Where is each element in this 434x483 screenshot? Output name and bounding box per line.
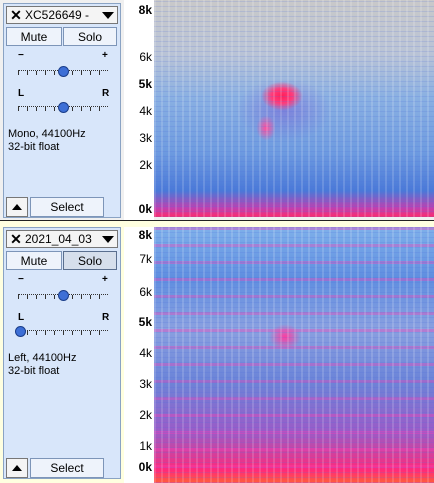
pan-slider[interactable] [18,102,108,113]
pan-right-label: R [102,312,110,323]
track-2[interactable]: ✕ 2021_04_03 Mute Solo − + L R Left, 441… [0,224,434,483]
gain-minus-label: − [18,274,24,285]
track-rate-info: Left, 44100Hz [8,352,77,364]
pan-slider-knob[interactable] [58,102,69,113]
select-button[interactable]: Select [30,197,104,217]
mute-button[interactable]: Mute [6,27,62,46]
track-control-panel[interactable]: ✕ XC526649 - Mute Solo − + L R Mono, 441… [3,3,121,218]
ruler-label: 6k [139,50,152,64]
gain-minus-label: − [18,50,24,61]
track-sample-format: 32-bit float [8,365,60,377]
ruler-label: 1k [139,439,152,453]
ruler-label: 6k [139,285,152,299]
ruler-label: 5k [138,315,152,329]
solo-button[interactable]: Solo [63,27,117,46]
track-rate-info: Mono, 44100Hz [8,128,86,140]
track-format-info: Left, 44100Hz 32-bit float [8,352,77,378]
track-name-menu[interactable]: ✕ 2021_04_03 [6,230,118,248]
frequency-ruler[interactable]: 8k 6k 5k 4k 3k 2k 0k [124,0,154,220]
pan-left-label: L [18,88,25,99]
track-name: 2021_04_03 [25,232,92,246]
gain-slider[interactable] [18,290,108,301]
ruler-label: 3k [139,131,152,145]
ruler-label: 8k [138,3,152,17]
track-bottom-bar: Select [6,197,118,217]
track-1[interactable]: ✕ XC526649 - Mute Solo − + L R Mono, 441… [0,0,434,220]
track-name: XC526649 - [25,8,90,22]
select-button[interactable]: Select [30,458,104,478]
ruler-label: 3k [139,377,152,391]
ruler-label: 8k [138,228,152,242]
pan-left-label: L [18,312,25,323]
ruler-label: 4k [139,346,152,360]
track-bottom-bar: Select [6,458,118,478]
ruler-label: 0k [138,460,152,474]
solo-button[interactable]: Solo [63,251,117,270]
collapse-up-icon[interactable] [6,458,28,478]
gain-plus-label: + [102,50,108,61]
close-icon[interactable]: ✕ [9,231,23,247]
ruler-label: 7k [139,252,152,266]
spectrogram-view[interactable] [154,0,434,217]
track-name-menu[interactable]: ✕ XC526649 - [6,6,118,24]
collapse-up-icon[interactable] [6,197,28,217]
gain-slider-knob[interactable] [58,66,69,77]
track-format-info: Mono, 44100Hz 32-bit float [8,128,86,154]
close-icon[interactable]: ✕ [9,7,23,23]
ruler-label: 5k [138,77,152,91]
chevron-down-icon[interactable] [102,12,114,19]
ruler-label: 2k [139,408,152,422]
gain-slider-knob[interactable] [58,290,69,301]
mute-button[interactable]: Mute [6,251,62,270]
track-sample-format: 32-bit float [8,141,60,153]
pan-right-label: R [102,88,110,99]
gain-slider[interactable] [18,66,108,77]
spectrogram-view[interactable] [154,227,434,483]
gain-plus-label: + [102,274,108,285]
ruler-label: 4k [139,104,152,118]
ruler-label: 2k [139,158,152,172]
ruler-label: 0k [138,202,152,216]
chevron-down-icon[interactable] [102,236,114,243]
pan-slider-knob[interactable] [15,326,26,337]
pan-slider[interactable] [15,326,108,337]
frequency-ruler[interactable]: 8k 7k 6k 5k 4k 3k 2k 1k 0k [124,227,154,483]
track-control-panel[interactable]: ✕ 2021_04_03 Mute Solo − + L R Left, 441… [3,227,121,479]
